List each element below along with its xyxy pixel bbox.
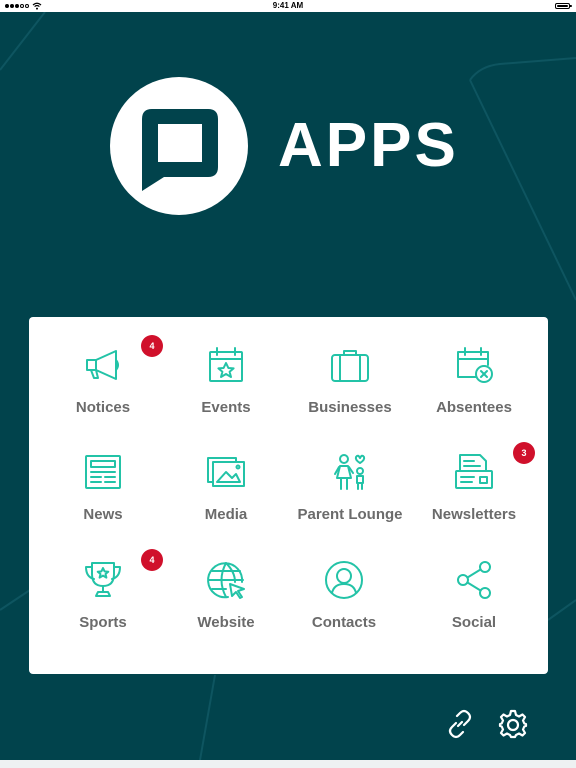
app-label: Media	[204, 506, 248, 523]
megaphone-icon	[83, 345, 123, 385]
bottom-edge	[0, 760, 576, 768]
app-tile-media[interactable]: Media	[161, 424, 291, 524]
app-tile-website[interactable]: Website	[161, 532, 291, 632]
link-button[interactable]	[445, 709, 475, 739]
trophy-icon	[83, 560, 123, 600]
calendar-cross-icon	[454, 345, 494, 385]
app-tile-absentees[interactable]: Absentees	[409, 317, 539, 417]
status-time: 9:41 AM	[272, 1, 304, 10]
app-label: Events	[201, 399, 251, 416]
notification-badge: 3	[513, 442, 535, 464]
briefcase-icon	[330, 345, 370, 385]
app-tile-news[interactable]: News	[38, 424, 168, 524]
app-label: Social	[451, 614, 497, 631]
app-label: Parent Lounge	[297, 506, 403, 523]
app-label: Website	[197, 614, 255, 631]
parent-child-icon	[330, 452, 370, 492]
app-tile-social[interactable]: Social	[409, 532, 539, 632]
photos-icon	[206, 452, 246, 492]
app-logo	[110, 77, 248, 215]
gear-icon	[498, 709, 528, 739]
calendar-star-icon	[206, 345, 246, 385]
app-label: Newsletters	[431, 506, 517, 523]
newsletter-icon	[454, 452, 494, 492]
status-bar: 9:41 AM	[0, 0, 576, 12]
app-label: Sports	[79, 614, 127, 631]
notification-badge: 4	[141, 549, 163, 571]
app-tile-sports[interactable]: Sports	[38, 532, 168, 632]
app-label: Notices	[75, 399, 131, 416]
app-tile-businesses[interactable]: Businesses	[285, 317, 415, 417]
newspaper-icon	[83, 452, 123, 492]
settings-button[interactable]	[498, 709, 528, 739]
globe-cursor-icon	[206, 560, 246, 600]
share-icon	[454, 560, 494, 600]
app-tile-newsletters[interactable]: Newsletters	[409, 424, 539, 524]
app-tile-notices[interactable]: Notices	[38, 317, 168, 417]
app-label: Absentees	[436, 399, 512, 416]
apps-panel: Notices 4 Events Businesses Absentees Ne…	[29, 317, 548, 674]
battery-icon	[555, 3, 572, 9]
page-title: APPS	[278, 111, 459, 180]
speech-bubble-logo-icon	[142, 109, 218, 191]
app-label: News	[83, 506, 123, 523]
app-tile-parent-lounge[interactable]: Parent Lounge	[285, 424, 415, 524]
app-tile-contacts[interactable]: Contacts	[279, 532, 409, 632]
person-circle-icon	[324, 560, 364, 600]
notification-badge: 4	[141, 335, 163, 357]
link-icon	[448, 709, 472, 739]
app-label: Businesses	[308, 399, 392, 416]
app-label: Contacts	[311, 614, 377, 631]
app-tile-events[interactable]: Events	[161, 317, 291, 417]
